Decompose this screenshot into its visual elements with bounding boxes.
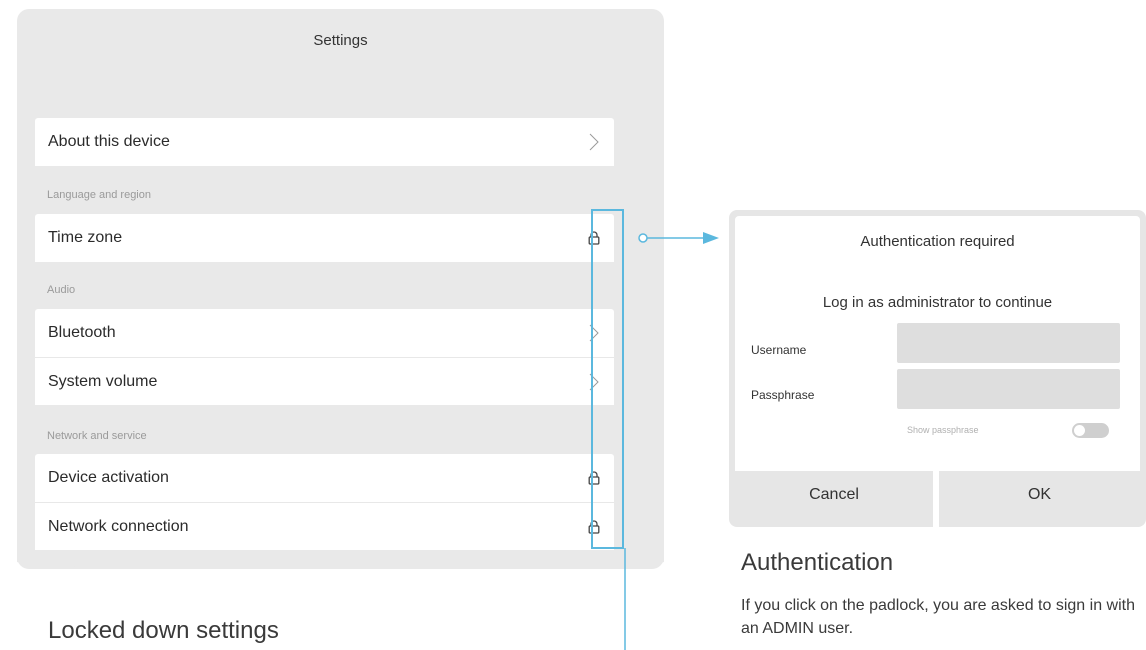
dialog-title: Authentication required	[860, 233, 1015, 250]
passphrase-input[interactable]	[897, 369, 1120, 409]
show-passphrase-label: Show passphrase	[907, 425, 979, 435]
username-input[interactable]	[897, 323, 1120, 363]
auth-dialog-body: Authentication required Log in as admini…	[735, 216, 1140, 473]
passphrase-label: Passphrase	[751, 388, 815, 402]
dialog-message: Log in as administrator to continue	[822, 294, 1053, 311]
username-label: Username	[751, 343, 807, 357]
caption-locked-settings: Locked down settings	[48, 617, 279, 644]
show-passphrase-toggle[interactable]	[1072, 423, 1109, 438]
arrow-right-icon	[703, 232, 719, 244]
caption-authentication-body: If you click on the padlock, you are ask…	[741, 597, 1135, 637]
caption-authentication-title: Authentication	[741, 549, 894, 576]
auth-dialog: Authentication required Log in as admini…	[729, 210, 1146, 527]
cancel-button[interactable]: Cancel	[735, 471, 933, 519]
connector-dot	[638, 233, 648, 243]
ok-button[interactable]: OK	[939, 471, 1140, 519]
toggle-knob	[1074, 425, 1085, 436]
